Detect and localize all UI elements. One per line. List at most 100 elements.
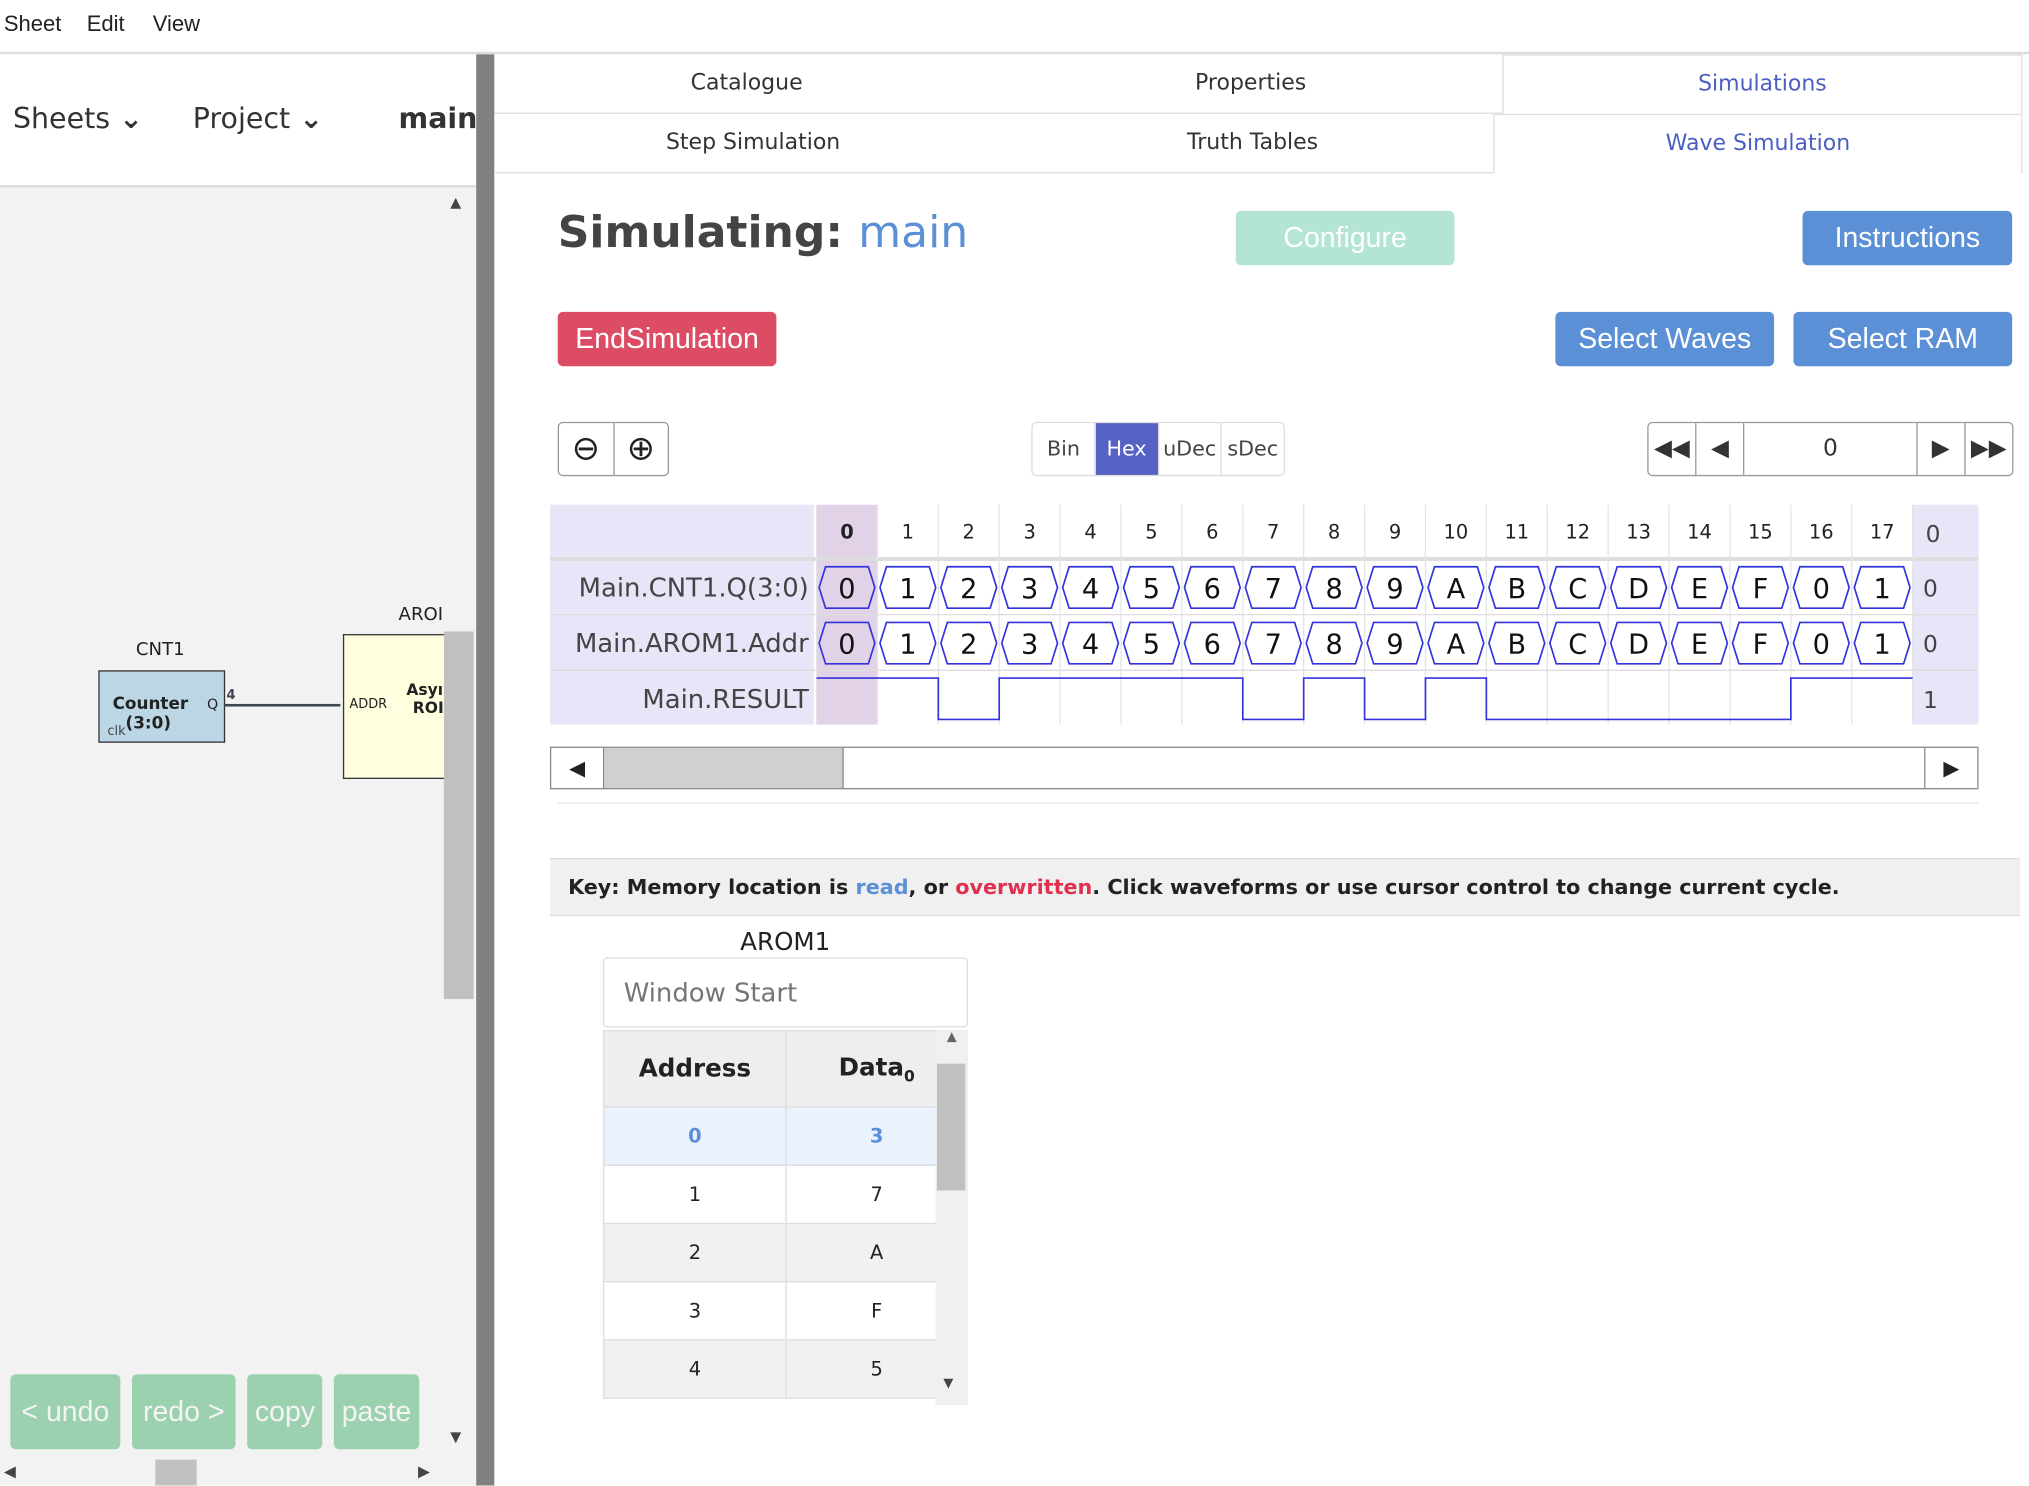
zoom-out-icon[interactable]: ⊖ [559,423,615,475]
ram-address-cell: 4 [603,1339,787,1399]
radix-selector: Bin Hex uDec sDec [1031,421,1285,477]
cycle-number: 17 [1870,520,1895,543]
cnt1-label: CNT1 [135,639,185,660]
header-current-value: 0 [1926,521,1941,548]
instructions-button[interactable]: Instructions [1802,210,2013,266]
select-ram-button[interactable]: Select RAM [1793,311,2013,367]
tab-simulations[interactable]: Simulations [1502,54,2023,114]
cycle-number: 6 [1206,520,1218,543]
undo-button[interactable]: < undo [10,1374,121,1450]
wave-scroll-thumb[interactable] [604,747,844,789]
wire[interactable] [223,703,341,707]
counter-component[interactable]: Counter (3:0) Q clk [98,670,226,743]
cycle-number: 15 [1748,520,1773,543]
vertical-scrollbar-thumb[interactable] [443,631,474,999]
tab-properties[interactable]: Properties [998,54,1503,114]
port-addr: ADDR [349,697,388,712]
radix-bin[interactable]: Bin [1033,423,1095,475]
ram-address-cell: 3 [603,1281,787,1341]
select-waves-button[interactable]: Select Waves [1555,311,1775,367]
rom-title: Asyı [406,680,444,699]
bus-value: 5 [1143,574,1160,605]
ram-title: AROM1 [740,927,831,957]
bus-value: 3 [1021,629,1038,660]
ram-header-row: Address Data0 [603,1030,968,1108]
chevron-down-icon: ⌄ [299,103,324,136]
menu-edit[interactable]: Edit [87,12,125,38]
cycle-number: 12 [1565,520,1590,543]
scroll-up-arrow[interactable]: ▲ [450,194,461,211]
ram-scrollbar[interactable]: ▲ ▼ [935,1030,968,1406]
bus-value: 7 [1265,574,1282,605]
zoom-in-icon[interactable]: ⊕ [614,423,668,475]
cycle-number: 16 [1809,520,1834,543]
wave-scrollbar[interactable]: ◀ ▶ [549,746,1979,790]
radix-udec[interactable]: uDec [1157,423,1220,475]
signal-current-value: 0 [1923,631,1938,658]
rom-component[interactable]: ADDR Asyı ROI [342,634,444,779]
last-cycle-icon[interactable]: ▶▶ [1965,423,2012,475]
chevron-down-icon: ⌄ [119,103,144,136]
sheet-header: Sheets ⌄ Project ⌄ main [0,54,478,188]
bus-value: 8 [1325,629,1342,660]
paste-button[interactable]: paste [333,1374,420,1450]
menu-view[interactable]: View [153,12,200,38]
window-start-input[interactable] [603,957,968,1028]
radix-sdec[interactable]: sDec [1220,423,1284,475]
ram-row: 3F [603,1281,968,1341]
signal-name: Main.RESULT [642,685,809,715]
horizontal-scrollbar-thumb[interactable] [155,1459,197,1486]
configure-button[interactable]: Configure [1235,210,1455,266]
pane-divider[interactable] [476,54,495,1486]
bus-value: C [1568,629,1587,660]
scroll-right-arrow[interactable]: ▶ [418,1462,430,1480]
scroll-left-arrow[interactable]: ◀ [4,1462,16,1480]
bus-value: 0 [838,574,855,605]
tab-truth-tables[interactable]: Truth Tables [1011,114,1494,174]
bus-value: 1 [1874,629,1891,660]
bus-value: 6 [1204,574,1221,605]
cycle-controls: ◀◀ ◀ 0 ▶ ▶▶ [1647,421,2014,477]
copy-button[interactable]: copy [247,1374,323,1450]
scroll-right-icon[interactable]: ▶ [1924,747,1977,789]
end-simulation-button[interactable]: EndSimulation [557,311,777,367]
cycle-number: 1 [902,520,914,543]
tab-wave-simulation[interactable]: Wave Simulation [1493,113,2023,174]
redo-button[interactable]: redo > [131,1374,236,1450]
bus-value: B [1507,629,1526,660]
signal-name: Main.CNT1.Q(3:0) [579,574,809,604]
cycle-number: 4 [1084,520,1096,543]
menu-sheet[interactable]: Sheet [4,12,62,38]
bus-value: 1 [1874,574,1891,605]
zoom-controls: ⊖ ⊕ [557,421,669,477]
ram-scroll-thumb[interactable] [936,1063,966,1191]
arom1-label: AROI [398,604,444,626]
cycle-input[interactable]: 0 [1745,423,1918,475]
tab-step-simulation[interactable]: Step Simulation [494,114,1012,174]
next-cycle-icon[interactable]: ▶ [1917,423,1966,475]
counter-width: (3:0) [125,714,172,734]
port-q: Q [207,696,219,713]
project-dropdown[interactable]: Project ⌄ [193,104,323,136]
first-cycle-icon[interactable]: ◀◀ [1649,423,1697,475]
prev-cycle-icon[interactable]: ◀ [1697,423,1745,475]
bus-value: 0 [1813,629,1830,660]
cycle-number: 0 [840,520,854,543]
bus-value: 5 [1143,629,1160,660]
edit-buttons: < undo redo > copy paste [10,1374,420,1450]
sheets-dropdown[interactable]: Sheets ⌄ [13,104,143,136]
cycle-number: 10 [1444,520,1469,543]
bus-value: 3 [1021,574,1038,605]
radix-hex[interactable]: Hex [1094,423,1158,475]
scroll-down-arrow[interactable]: ▼ [450,1429,461,1446]
ram-row: 17 [603,1164,968,1225]
cycle-number: 5 [1145,520,1157,543]
waveform-viewer[interactable]: 0 1 2 3 4 5 6 7 8 9 10 11 12 13 14 15 16 17 0Main.CNT1.Q(3… [549,504,1979,725]
scroll-left-icon[interactable]: ◀ [551,747,605,789]
tab-catalogue[interactable]: Catalogue [494,54,999,114]
port-clk: clk [107,724,126,739]
bus-value: 0 [1813,574,1830,605]
simulated-sheet-name: main [858,207,969,259]
current-sheet-name: main [398,103,478,136]
ram-address-cell: 0 [603,1106,787,1166]
